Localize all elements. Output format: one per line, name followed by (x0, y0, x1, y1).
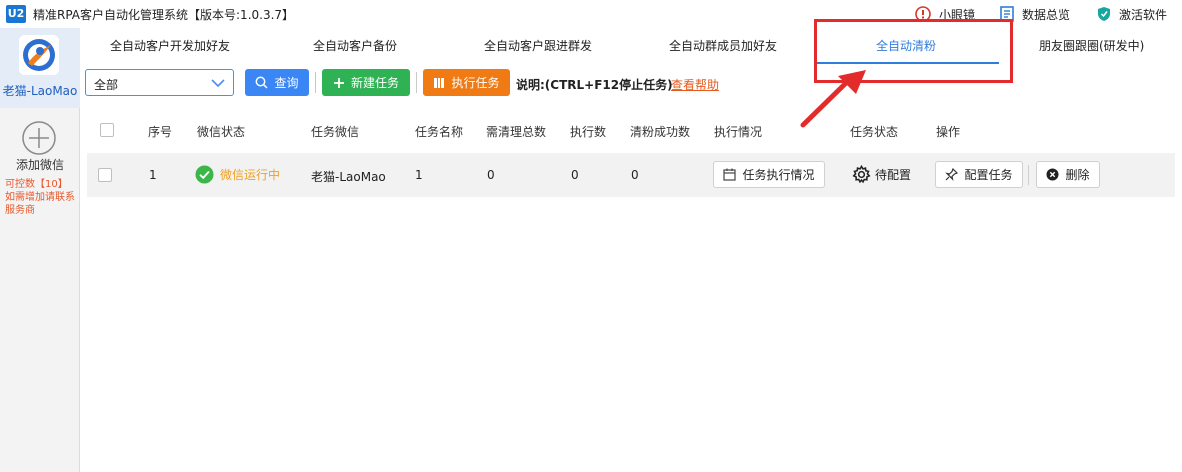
row-checkbox[interactable] (98, 168, 112, 182)
activate-button[interactable]: 激活软件 (1097, 5, 1167, 23)
delete-button[interactable]: 删除 (1036, 161, 1100, 188)
config-task-label: 配置任务 (964, 168, 1013, 182)
col-total-to-clean: 需清理总数 (486, 125, 547, 139)
col-task-state: 任务状态 (850, 125, 899, 139)
action-divider (1028, 165, 1029, 185)
app-logo: U2 (6, 5, 26, 23)
col-executed: 执行数 (570, 125, 607, 139)
quota-note: 可控数【10】 如需增加请联系服务商 (5, 178, 79, 217)
add-wechat-label: 添加微信 (15, 158, 64, 172)
chevron-down-icon (211, 79, 225, 88)
status-filter-select[interactable]: 全部 (85, 69, 234, 96)
query-button[interactable]: 查询 (245, 69, 309, 96)
new-task-label: 新建任务 (350, 76, 399, 90)
shield-icon (1098, 7, 1110, 21)
app-title: 精准RPA客户自动化管理系统【版本号:1.0.3.7】 (33, 8, 295, 22)
exec-detail-button[interactable]: 任务执行情况 (713, 161, 825, 188)
account-item[interactable]: 老猫-LaoMao (0, 28, 80, 108)
col-wechat-status: 微信状态 (197, 125, 246, 139)
col-task-wechat: 任务微信 (311, 125, 360, 139)
cell-index: 1 (149, 168, 157, 182)
quota-count: 可控数【10】 (5, 179, 68, 190)
col-exec-detail: 执行情况 (714, 125, 763, 139)
quota-contact: 如需增加请联系服务商 (5, 192, 75, 216)
pin-icon (945, 168, 959, 181)
cell-success: 0 (631, 168, 639, 182)
toolbar-divider (416, 72, 417, 93)
delete-label: 删除 (1065, 168, 1090, 182)
activate-label: 激活软件 (1119, 7, 1168, 22)
cell-wechat-status: 微信运行中 (195, 165, 280, 184)
account-name: 老猫-LaoMao (2, 84, 78, 98)
data-overview-label: 数据总览 (1022, 7, 1071, 22)
execute-task-button[interactable]: 执行任务 (423, 69, 510, 96)
calendar-icon (723, 168, 737, 181)
status-filter-value: 全部 (94, 78, 119, 92)
cat-avatar-icon (19, 35, 59, 75)
new-task-button[interactable]: 新建任务 (322, 69, 410, 96)
col-success: 清粉成功数 (630, 125, 691, 139)
columns-icon (434, 77, 445, 88)
task-state-indicator[interactable]: 待配置 (852, 165, 911, 184)
help-link[interactable]: 查看帮助 (671, 76, 719, 93)
cell-executed: 0 (571, 168, 579, 182)
avatar (19, 35, 59, 75)
select-all-checkbox[interactable] (100, 123, 114, 137)
cell-task-name: 1 (415, 168, 423, 182)
query-label: 查询 (274, 76, 299, 90)
sidebar: 老猫-LaoMao 添加微信 可控数【10】 如需增加请联系服务商 (0, 28, 80, 472)
search-icon (256, 76, 269, 89)
plus-circle-icon (22, 121, 56, 155)
exec-detail-label: 任务执行情况 (742, 168, 815, 182)
tab-customer-dev[interactable]: 全自动客户开发加好友 (110, 37, 230, 54)
tab-moments-follow[interactable]: 朋友圈跟圈(研发中) (1039, 37, 1144, 54)
add-wechat-button[interactable] (22, 121, 56, 155)
col-actions: 操作 (936, 125, 961, 139)
cell-task-wechat: 老猫-LaoMao (311, 170, 386, 184)
annotation-highlight-box (814, 19, 1013, 83)
table-row: 1 微信运行中 老猫-LaoMao 1 0 0 0 任务执行情况 待配置 配置任… (87, 153, 1175, 197)
shortcut-note: 说明:(CTRL+F12停止任务) (516, 78, 673, 92)
gear-icon (852, 165, 871, 184)
plus-icon (333, 77, 344, 88)
wechat-status-text: 微信运行中 (220, 168, 281, 182)
table-header: 序号 微信状态 任务微信 任务名称 需清理总数 执行数 清粉成功数 执行情况 任… (87, 112, 1175, 148)
check-circle-icon (195, 165, 214, 184)
col-index: 序号 (148, 125, 173, 139)
tab-group-member-add[interactable]: 全自动群成员加好友 (669, 37, 777, 54)
tab-customer-backup[interactable]: 全自动客户备份 (313, 37, 397, 54)
cell-total-to-clean: 0 (487, 168, 495, 182)
col-task-name: 任务名称 (415, 125, 464, 139)
app-window: U2 精准RPA客户自动化管理系统【版本号:1.0.3.7】 小眼镜 数据总览 (0, 0, 1182, 472)
tab-followup-broadcast[interactable]: 全自动客户跟进群发 (484, 37, 592, 54)
toolbar-divider (315, 72, 316, 93)
execute-task-label: 执行任务 (451, 76, 500, 90)
config-task-button[interactable]: 配置任务 (935, 161, 1023, 188)
close-circle-icon (1046, 168, 1059, 181)
task-state-text: 待配置 (875, 168, 912, 182)
